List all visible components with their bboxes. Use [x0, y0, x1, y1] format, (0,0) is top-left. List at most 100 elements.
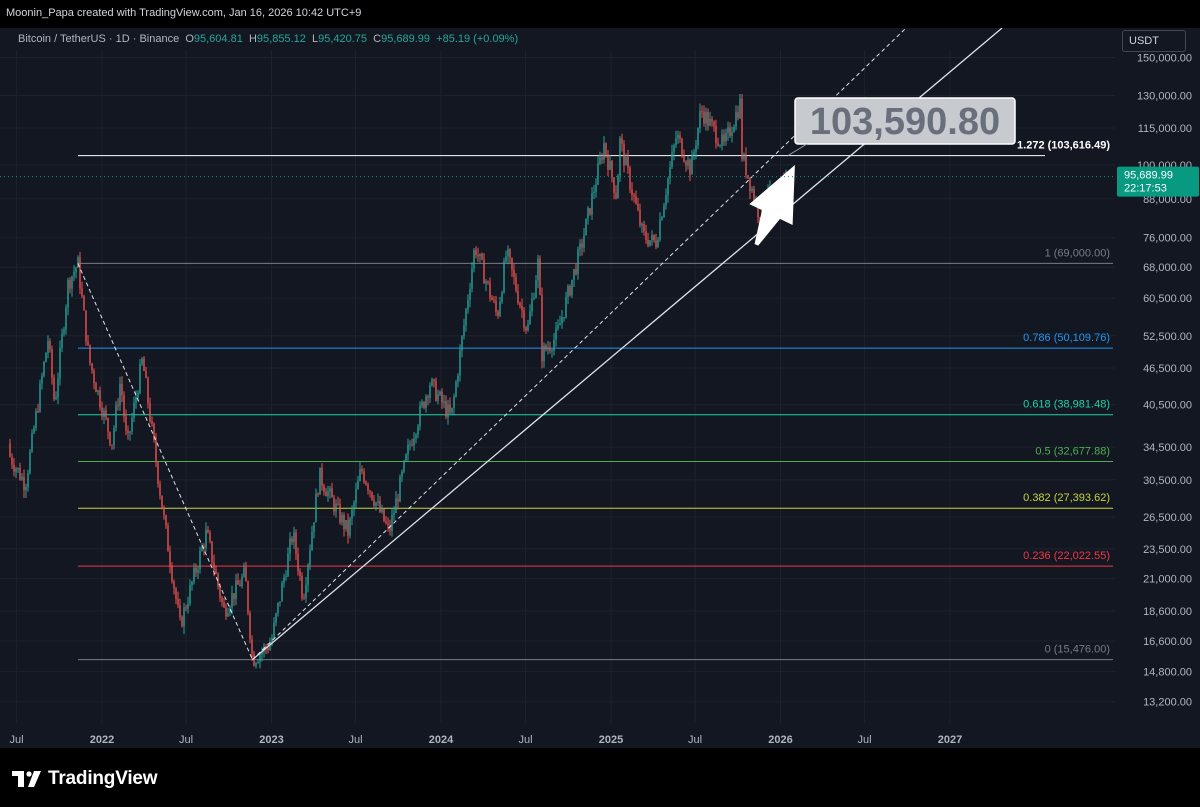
candle-body: [519, 303, 521, 306]
candle-body: [451, 407, 453, 413]
candle-body: [645, 231, 647, 240]
candle-body: [573, 269, 575, 280]
candle-body: [305, 584, 307, 598]
candle-body: [435, 380, 437, 401]
y-tick-label: 130,000.00: [1137, 90, 1192, 102]
candle-body: [301, 575, 303, 598]
candle-body: [343, 514, 345, 529]
candle-body: [423, 402, 425, 408]
candle-body: [483, 259, 485, 284]
candle-body: [253, 653, 255, 666]
candle-body: [547, 347, 549, 350]
candle-body: [281, 583, 283, 602]
candle-body: [703, 111, 705, 124]
candle-body: [123, 395, 125, 417]
candle-body: [447, 404, 449, 417]
candle-body: [527, 324, 529, 331]
candle-body: [737, 112, 739, 118]
candle-body: [31, 432, 33, 452]
candle-body: [371, 491, 373, 500]
candle-body: [43, 361, 45, 376]
candle-body: [535, 280, 537, 298]
candle-body: [687, 159, 689, 166]
candle-body: [49, 340, 51, 350]
candle-body: [241, 576, 243, 586]
candle-body: [661, 217, 663, 220]
candle-body: [81, 288, 83, 297]
chart-svg[interactable]: 1.272 (103,616.49) 1 (69,000.00) 0.786 (50…: [0, 28, 1200, 748]
candle-body: [441, 391, 443, 403]
chart-pane[interactable]: 1.272 (103,616.49) 1 (69,000.00) 0.786 (50…: [0, 28, 1200, 748]
candle-body: [297, 553, 299, 572]
candle-body: [139, 364, 141, 394]
candle-body: [313, 522, 315, 533]
candle-body: [381, 508, 383, 512]
candle-body: [127, 430, 129, 433]
candle-body: [419, 405, 421, 427]
candle-body: [9, 443, 11, 457]
candle-body: [633, 194, 635, 197]
candle-body: [625, 157, 627, 166]
fib-level-label: 0.5 (32,677.88): [1035, 445, 1110, 457]
candle-body: [455, 382, 457, 397]
low-value: 95,420.75: [318, 33, 368, 45]
candle-body: [495, 301, 497, 312]
candle-body: [537, 258, 539, 281]
candle-body: [533, 297, 535, 300]
candle-body: [525, 327, 527, 331]
candle-body: [239, 584, 241, 586]
y-tick-label: 46,500.00: [1143, 363, 1192, 375]
currency-button[interactable]: USDT: [1122, 30, 1186, 52]
candle-body: [641, 223, 643, 226]
candle-body: [587, 208, 589, 219]
candle-body: [717, 142, 719, 146]
candle-body: [223, 601, 225, 608]
candle-body: [41, 375, 43, 384]
candle-body: [187, 603, 189, 609]
candle-body: [315, 493, 317, 523]
candle-body: [125, 416, 127, 431]
x-tick-label: 2022: [90, 734, 114, 746]
candle-body: [209, 532, 211, 542]
candle-body: [725, 132, 727, 142]
candle-body: [99, 390, 101, 408]
candle-body: [179, 605, 181, 618]
candle-body: [375, 502, 377, 506]
candle-body: [523, 310, 525, 328]
candle-body: [749, 177, 751, 192]
candle-body: [245, 567, 247, 582]
candle-body: [667, 178, 669, 196]
candle-body: [631, 189, 633, 195]
candle-body: [505, 256, 507, 262]
candle-body: [499, 301, 501, 316]
candle-body: [231, 593, 233, 608]
candle-body: [393, 513, 395, 516]
candle-body: [467, 299, 469, 310]
candle-body: [681, 138, 683, 157]
tradingview-logo[interactable]: TradingView: [12, 768, 158, 790]
x-tick-label: 2024: [429, 734, 454, 746]
candle-body: [105, 410, 107, 419]
candle-body: [205, 529, 207, 548]
candle-body: [93, 370, 95, 384]
candle-body: [259, 654, 261, 662]
y-tick-label: 34,500.00: [1143, 442, 1192, 454]
candle-body: [701, 111, 703, 113]
chart-background: [0, 28, 1200, 748]
x-tick-label: 2025: [599, 734, 623, 746]
candle-body: [215, 569, 217, 574]
candle-body: [409, 444, 411, 446]
candle-body: [721, 134, 723, 146]
candle-body: [739, 98, 741, 118]
candle-body: [449, 404, 451, 413]
y-tick-label: 40,500.00: [1143, 400, 1192, 412]
candle-body: [623, 143, 625, 166]
candle-body: [607, 154, 609, 170]
candle-body: [461, 336, 463, 351]
candle-body: [351, 509, 353, 519]
candle-body: [173, 581, 175, 589]
symbol-legend: Bitcoin / TetherUS · 1D · Binance O95,60…: [18, 33, 518, 45]
candle-body: [727, 127, 729, 133]
candle-body: [383, 508, 385, 522]
candle-body: [473, 250, 475, 269]
